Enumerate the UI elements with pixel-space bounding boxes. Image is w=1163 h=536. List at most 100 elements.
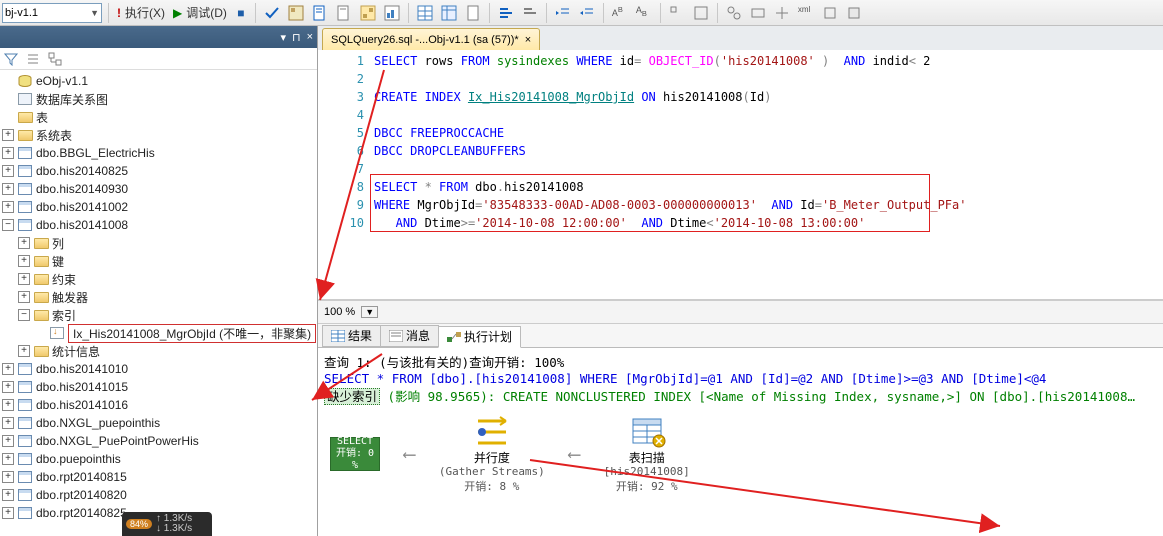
filter-tree-icon[interactable] <box>48 52 62 66</box>
tables-node[interactable]: 表 <box>0 108 317 126</box>
collapse-icon[interactable]: − <box>18 309 30 321</box>
expand-icon[interactable]: + <box>2 399 14 411</box>
table-node[interactable]: +dbo.his20140825 <box>0 162 317 180</box>
panel-dropdown-icon[interactable]: ▾ <box>280 31 286 44</box>
tb-btn-ab2[interactable]: AB <box>634 3 654 23</box>
tb-extra-5[interactable] <box>772 3 792 23</box>
expand-icon[interactable]: + <box>2 201 14 213</box>
tb-extra-8[interactable] <box>844 3 864 23</box>
zoom-dropdown[interactable]: ▼ <box>361 306 378 318</box>
collapse-icon[interactable]: − <box>2 219 14 231</box>
sql-editor[interactable]: 12345678910 SELECT rows FROM sysindexes … <box>318 50 1163 300</box>
constraints-node[interactable]: +约束 <box>0 270 317 288</box>
expand-icon[interactable]: + <box>18 345 30 357</box>
table-node[interactable]: +dbo.NXGL_puepointhis <box>0 414 317 432</box>
db-label: eObj-v1.1 <box>36 74 88 88</box>
expand-icon[interactable]: + <box>18 237 30 249</box>
tb-btn-3[interactable] <box>310 3 330 23</box>
file-tabbar: SQLQuery26.sql -...Obj-v1.1 (sa (57))* × <box>318 26 1163 50</box>
plan-op-tablescan[interactable]: 表扫描 [his20141008] 开销: 92 % <box>604 415 690 494</box>
estimated-plan-button[interactable] <box>286 3 306 23</box>
filter-list-icon[interactable] <box>26 52 40 66</box>
index-item-node[interactable]: Ix_His20141008_MgrObjId (不唯一，非聚集) <box>0 324 317 342</box>
comment-button[interactable] <box>496 3 516 23</box>
table-node[interactable]: +dbo.his20140930 <box>0 180 317 198</box>
columns-node[interactable]: +列 <box>0 234 317 252</box>
expand-icon[interactable]: + <box>18 273 30 285</box>
include-plan-button[interactable] <box>358 3 378 23</box>
object-tree[interactable]: eObj-v1.1 数据库关系图 表 +系统表 +dbo.BBGL_Electr… <box>0 70 317 536</box>
indent-button[interactable] <box>553 3 573 23</box>
tab-results[interactable]: 结果 <box>322 325 381 347</box>
table-node-expanded[interactable]: −dbo.his20141008 <box>0 216 317 234</box>
tb-btn-ab[interactable]: AB <box>610 3 630 23</box>
outdent-button[interactable] <box>577 3 597 23</box>
expand-icon[interactable]: + <box>2 489 14 501</box>
parse-button[interactable] <box>262 3 282 23</box>
file-tab[interactable]: SQLQuery26.sql -...Obj-v1.1 (sa (57))* × <box>322 28 540 50</box>
stats-node[interactable]: +统计信息 <box>0 342 317 360</box>
expand-icon[interactable]: + <box>2 453 14 465</box>
stop-button[interactable]: ■ <box>233 3 249 23</box>
plan-op-select[interactable]: SELECT开销: 0 % <box>330 437 380 473</box>
expand-icon[interactable]: + <box>2 183 14 195</box>
triggers-node[interactable]: +触发器 <box>0 288 317 306</box>
database-selector[interactable]: bj-v1.1 ▼ <box>2 3 102 23</box>
panel-close-icon[interactable]: × <box>307 31 313 43</box>
debug-button[interactable]: ▶ 调试(D) <box>171 3 229 23</box>
db-node[interactable]: eObj-v1.1 <box>0 72 317 90</box>
expand-icon[interactable]: + <box>18 291 30 303</box>
panel-pin-icon[interactable]: ⊓ <box>292 31 301 44</box>
line-gutter: 12345678910 <box>318 50 374 299</box>
systables-node[interactable]: +系统表 <box>0 126 317 144</box>
expand-icon[interactable]: + <box>2 165 14 177</box>
tab-execution-plan[interactable]: 执行计划 <box>438 326 521 348</box>
expand-icon[interactable]: + <box>2 417 14 429</box>
grid2-icon <box>441 5 457 21</box>
tb-extra-7[interactable] <box>820 3 840 23</box>
results-text-button[interactable] <box>439 3 459 23</box>
plan-op-parallel[interactable]: 并行度 (Gather Streams) 开销: 8 % <box>439 415 545 494</box>
network-speed-widget[interactable]: 84% ↑ 1.3K/s ↓ 1.3K/s <box>122 512 212 536</box>
execute-button[interactable]: ! 执行(X) <box>115 3 167 23</box>
tb-extra-3[interactable] <box>724 3 744 23</box>
tab-messages[interactable]: 消息 <box>380 325 439 347</box>
results-grid-button[interactable] <box>415 3 435 23</box>
tb-extra-2[interactable] <box>691 3 711 23</box>
table-node[interactable]: +dbo.his20141002 <box>0 198 317 216</box>
uncomment-button[interactable] <box>520 3 540 23</box>
tb-extra-1[interactable] <box>667 3 687 23</box>
editor-pane: SQLQuery26.sql -...Obj-v1.1 (sa (57))* ×… <box>318 26 1163 536</box>
expand-icon[interactable]: + <box>2 147 14 159</box>
expand-icon[interactable]: + <box>18 255 30 267</box>
execution-plan-panel[interactable]: 查询 1: (与该批有关的)查询开销: 100% SELECT * FROM [… <box>318 348 1163 536</box>
keys-node[interactable]: +键 <box>0 252 317 270</box>
table-node[interactable]: +dbo.rpt20140820 <box>0 486 317 504</box>
table-node[interactable]: +dbo.his20141015 <box>0 378 317 396</box>
expand-icon[interactable]: + <box>2 507 14 519</box>
table-node[interactable]: +dbo.NXGL_PuePointPowerHis <box>0 432 317 450</box>
expand-icon[interactable]: + <box>2 129 14 141</box>
results-file-button[interactable] <box>463 3 483 23</box>
expand-icon[interactable]: + <box>2 471 14 483</box>
result-tabbar: 结果 消息 执行计划 <box>318 324 1163 348</box>
tb-btn-4[interactable] <box>334 3 354 23</box>
expand-icon[interactable]: + <box>2 381 14 393</box>
indexes-node[interactable]: −索引 <box>0 306 317 324</box>
table-node[interactable]: +dbo.rpt20140815 <box>0 468 317 486</box>
plan-missing-index[interactable]: 缺少索引 (影响 98.9565): CREATE NONCLUSTERED I… <box>324 386 1157 405</box>
sql-code[interactable]: SELECT rows FROM sysindexes WHERE id= OB… <box>374 50 1163 299</box>
table-node[interactable]: +dbo.puepointhis <box>0 450 317 468</box>
table-node[interactable]: +dbo.his20141010 <box>0 360 317 378</box>
expand-icon[interactable]: + <box>2 435 14 447</box>
tablescan-sub: [his20141008] <box>604 465 690 478</box>
tb-extra-6[interactable]: xml <box>796 3 816 23</box>
expand-icon[interactable]: + <box>2 363 14 375</box>
filter-icon[interactable] <box>4 52 18 66</box>
diagrams-node[interactable]: 数据库关系图 <box>0 90 317 108</box>
tb-extra-4[interactable] <box>748 3 768 23</box>
table-node[interactable]: +dbo.BBGL_ElectricHis <box>0 144 317 162</box>
table-node[interactable]: +dbo.his20141016 <box>0 396 317 414</box>
tb-btn-6[interactable] <box>382 3 402 23</box>
close-icon[interactable]: × <box>525 34 531 46</box>
